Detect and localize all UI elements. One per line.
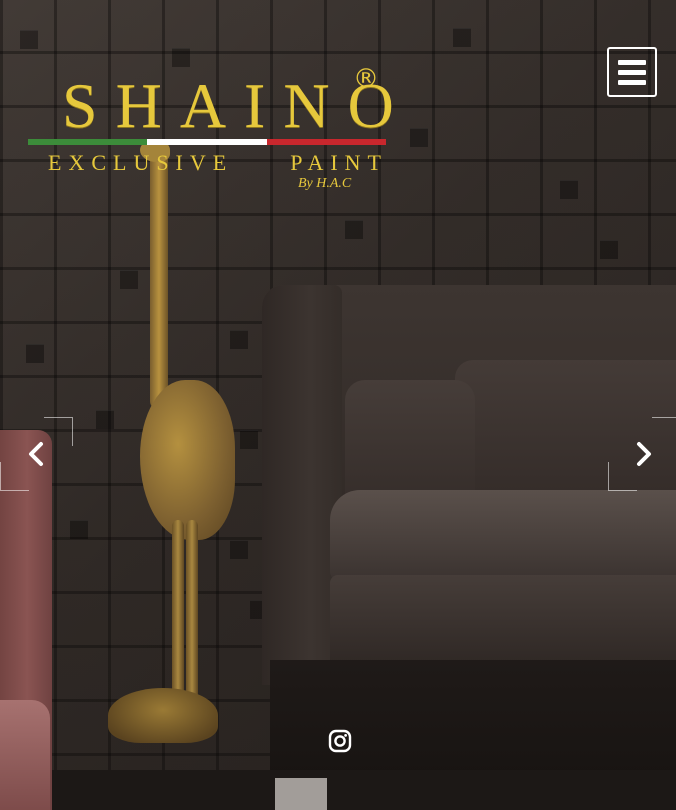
- wall-tile: [120, 270, 138, 289]
- carousel-next-button[interactable]: [628, 436, 658, 472]
- instagram-link[interactable]: [328, 729, 352, 753]
- wall-tile: [230, 540, 248, 559]
- crane-statue-leg: [186, 520, 198, 700]
- wall-tile: [230, 330, 248, 349]
- wall-tile: [26, 344, 44, 363]
- floor: [0, 770, 676, 810]
- flag-green: [28, 139, 148, 145]
- armchair-seat: [0, 700, 50, 810]
- hamburger-icon: [618, 69, 646, 75]
- brand-tagline: EXCLUSIVE PAINT: [48, 150, 388, 176]
- instagram-icon: [328, 729, 352, 753]
- wall-tile: [410, 128, 428, 147]
- floor-light: [275, 778, 327, 810]
- crane-statue-leg: [172, 520, 184, 700]
- carousel-prev-button[interactable]: [22, 436, 52, 472]
- wall-tile: [345, 220, 363, 239]
- brand-signature: By H.A.C: [298, 176, 352, 191]
- wall-tile: [20, 30, 38, 49]
- chevron-right-icon: [637, 442, 651, 466]
- wall-tile: [453, 28, 471, 47]
- sofa-back-cushion: [455, 360, 676, 500]
- crane-statue-body: [140, 380, 235, 540]
- menu-button[interactable]: [607, 47, 657, 97]
- italian-flag-stripe: [28, 139, 386, 145]
- chevron-left-icon: [29, 442, 43, 466]
- hamburger-icon: [618, 59, 646, 65]
- sofa-front: [330, 575, 676, 670]
- hamburger-icon: [618, 79, 646, 85]
- tagline-left: EXCLUSIVE: [48, 150, 234, 175]
- wall-tile: [96, 410, 114, 429]
- flag-red: [266, 139, 386, 145]
- wall-tile: [70, 520, 88, 539]
- registered-mark: ®: [353, 64, 379, 94]
- wall-tile: [560, 180, 578, 199]
- sofa-base: [270, 660, 676, 780]
- wall-tile: [240, 430, 258, 449]
- flag-white: [147, 139, 267, 145]
- sofa-seat: [330, 490, 676, 580]
- crane-statue-base: [108, 688, 218, 743]
- brand-logo[interactable]: SHAINO ® EXCLUSIVE PAINT By H.A.C: [28, 62, 394, 202]
- wall-tile: [600, 240, 618, 259]
- tagline-right: PAINT: [290, 150, 388, 175]
